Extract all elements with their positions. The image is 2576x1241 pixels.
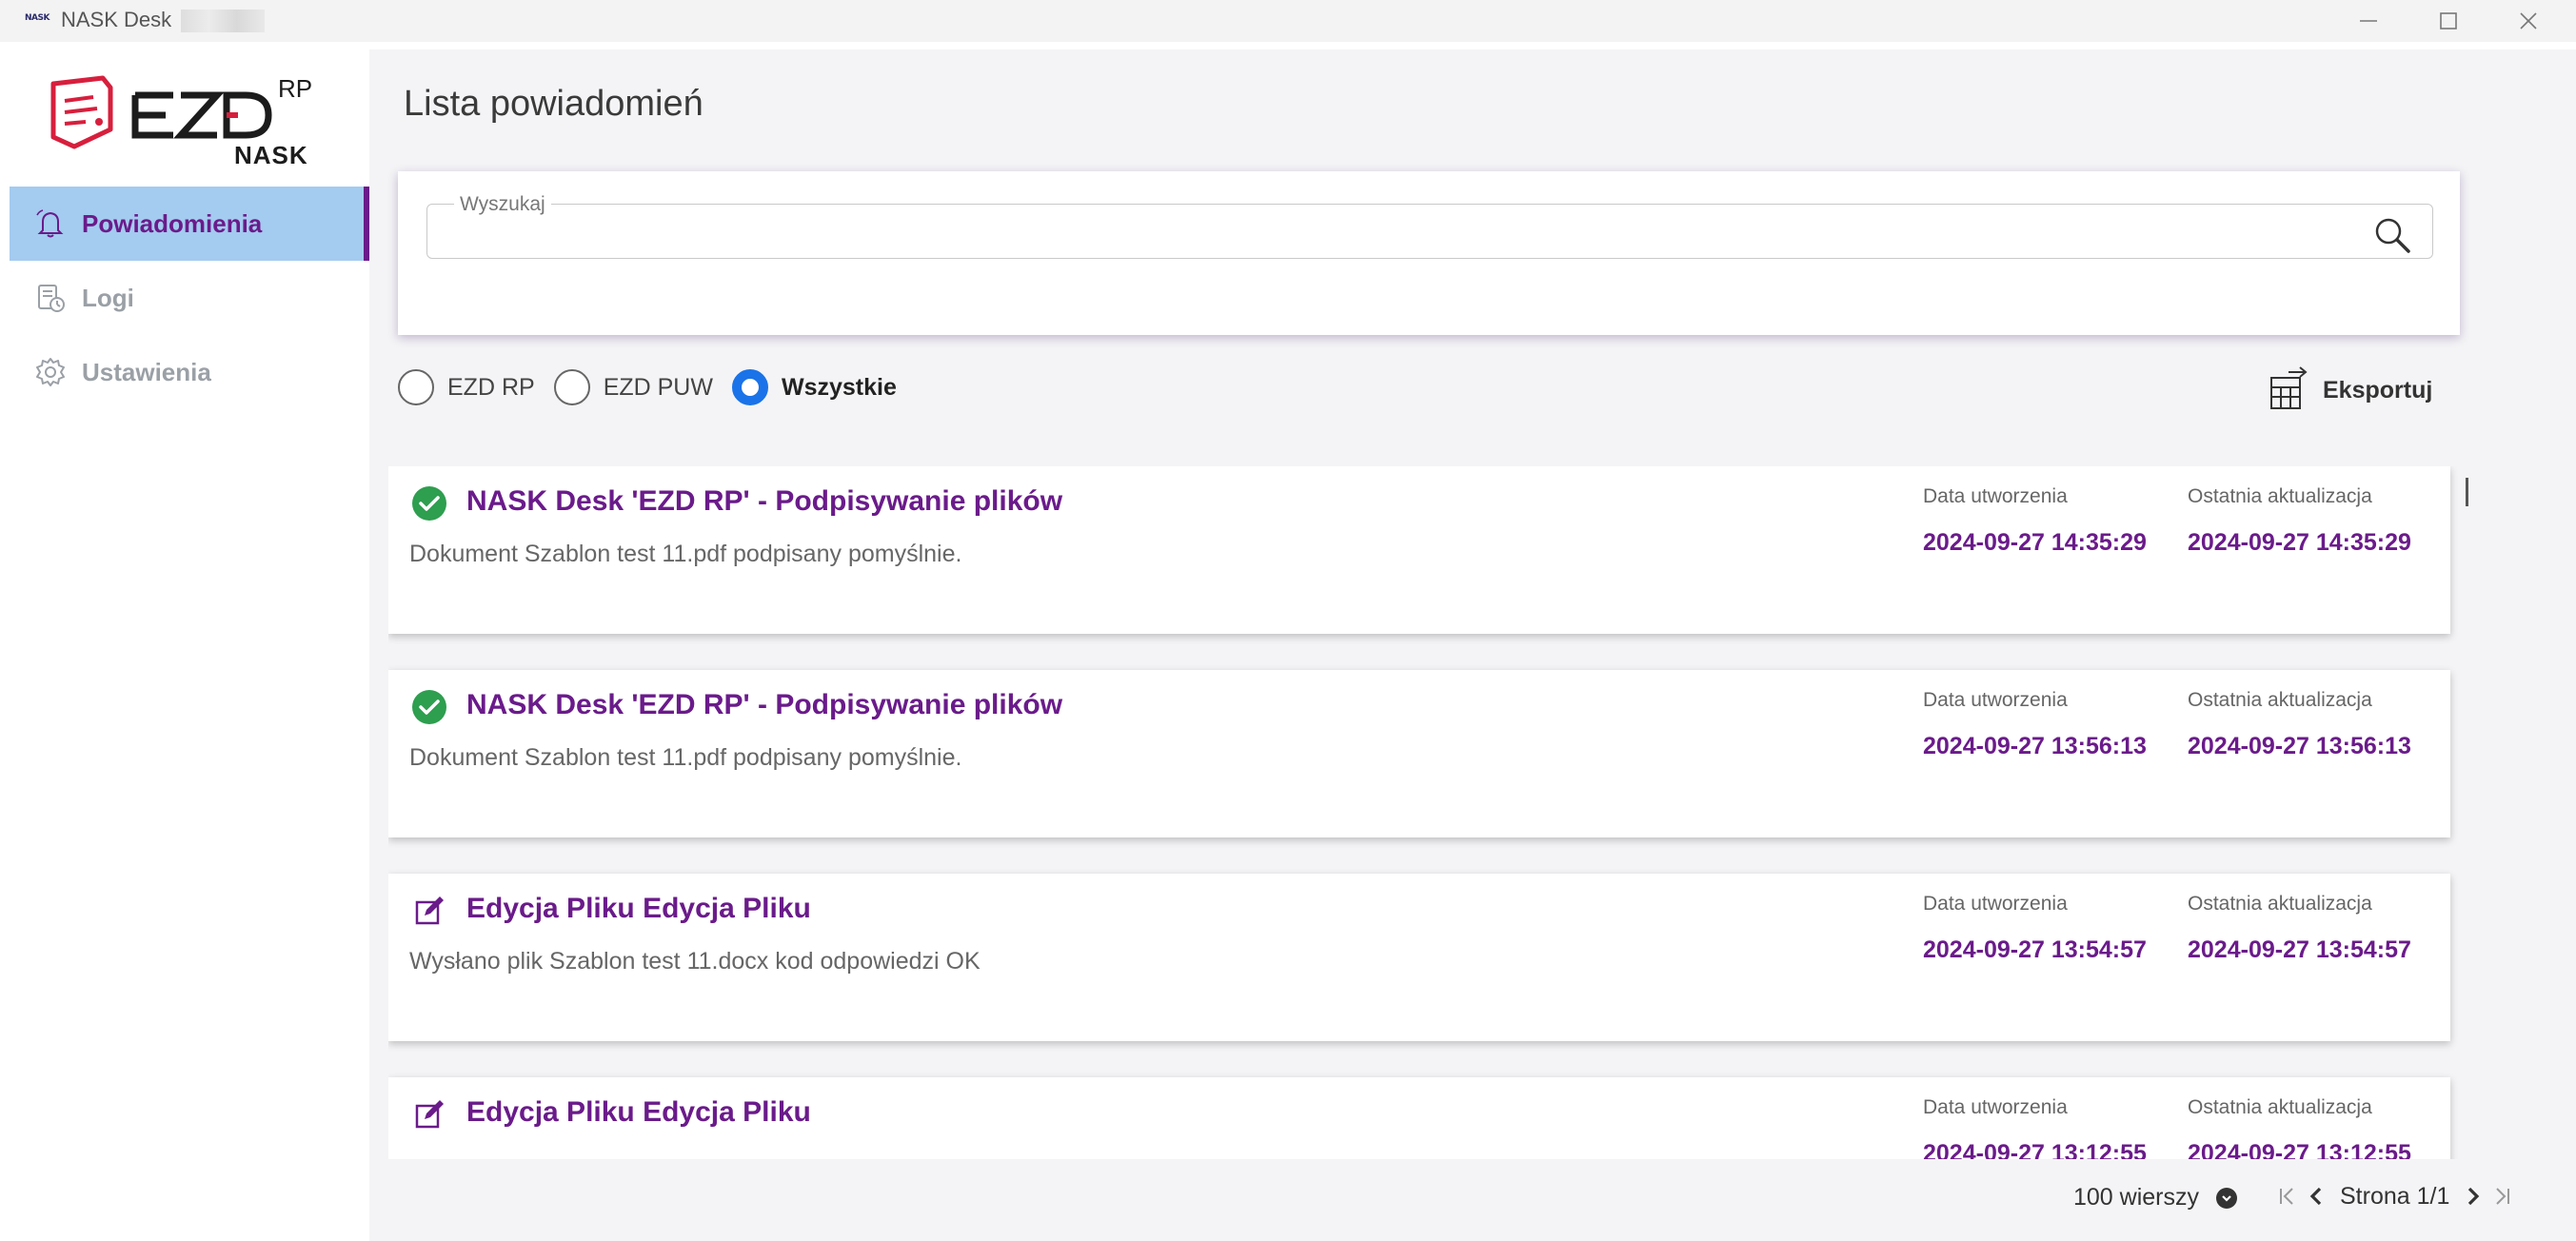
created-label: Data utworzenia — [1923, 689, 2068, 711]
filter-wszystkie[interactable]: Wszystkie — [731, 369, 897, 405]
sidebar-item-powiadomienia[interactable]: Powiadomienia — [10, 187, 369, 261]
notification-description: Wysłano plik Szablon test 11.docx kod od… — [409, 948, 981, 975]
created-value: 2024-09-27 13:54:57 — [1923, 936, 2147, 963]
check-circle-icon — [411, 689, 447, 725]
notification-title: Edycja Pliku Edycja Pliku — [466, 1096, 811, 1128]
window-titlebar: NASK NASK Desk — [0, 0, 2576, 42]
created-value: 2024-09-27 14:35:29 — [1923, 529, 2147, 556]
notification-card[interactable]: NASK Desk 'EZD RP' - Podpisywanie plików… — [388, 670, 2450, 837]
main-content: Lista powiadomień Wyszukaj EZD RP EZD PU… — [369, 49, 2576, 1241]
rows-per-page-select[interactable]: 100 wierszy — [2073, 1184, 2237, 1211]
chevron-down-icon[interactable] — [2216, 1187, 2237, 1209]
notification-title: NASK Desk 'EZD RP' - Podpisywanie plików — [466, 485, 1063, 517]
sidebar-item-label: Logi — [82, 283, 134, 312]
close-button[interactable] — [2488, 0, 2568, 42]
search-input[interactable] — [446, 216, 2312, 248]
search-icon[interactable] — [2371, 214, 2413, 256]
notification-list: NASK Desk 'EZD RP' - Podpisywanie plików… — [388, 466, 2458, 1159]
radio-circle[interactable] — [398, 369, 434, 405]
maximize-button[interactable] — [2408, 0, 2488, 42]
export-button[interactable]: Eksportuj — [2268, 364, 2432, 417]
prev-page-button[interactable] — [2302, 1180, 2330, 1212]
sidebar-item-ustawienia[interactable]: Ustawienia — [10, 335, 369, 409]
logo-subtitle: NASK — [234, 141, 308, 169]
last-page-button[interactable] — [2487, 1180, 2516, 1212]
sidebar: RP NASK Powiadomienia Logi Ustawienia — [10, 49, 369, 1241]
page-indicator: Strona 1/1 — [2340, 1182, 2450, 1210]
sidebar-item-label: Ustawienia — [82, 357, 211, 386]
radio-circle[interactable] — [731, 369, 768, 405]
rows-per-page-label: 100 wierszy — [2073, 1184, 2199, 1211]
search-field[interactable]: Wyszukaj — [426, 193, 2433, 259]
notification-title: NASK Desk 'EZD RP' - Podpisywanie plików — [466, 689, 1063, 720]
updated-label: Ostatnia aktualizacja — [2188, 893, 2372, 915]
app-icon: NASK — [25, 13, 50, 23]
export-spreadsheet-icon — [2268, 366, 2311, 414]
filter-label: EZD RP — [447, 373, 535, 401]
sidebar-item-label: Powiadomienia — [82, 208, 263, 238]
created-label: Data utworzenia — [1923, 485, 2068, 507]
minimize-button[interactable] — [2328, 0, 2408, 42]
first-page-button[interactable] — [2273, 1180, 2302, 1212]
created-value: 2024-09-27 13:56:13 — [1923, 733, 2147, 759]
notification-card[interactable]: Edycja Pliku Edycja Pliku Data utworzeni… — [388, 1077, 2450, 1159]
chevron-right-icon — [2468, 1187, 2480, 1206]
updated-value: 2024-09-27 13:12:55 — [2188, 1140, 2411, 1159]
export-label: Eksportuj — [2323, 376, 2433, 404]
edit-icon — [411, 893, 447, 929]
radio-circle[interactable] — [553, 369, 590, 405]
log-file-icon — [32, 280, 69, 316]
notification-card[interactable]: NASK Desk 'EZD RP' - Podpisywanie plików… — [388, 466, 2450, 634]
notification-description: Dokument Szablon test 11.pdf podpisany p… — [409, 744, 962, 771]
notification-title: Edycja Pliku Edycja Pliku — [466, 893, 811, 924]
created-value: 2024-09-27 13:12:55 — [1923, 1140, 2147, 1159]
search-card: Wyszukaj — [398, 171, 2460, 335]
updated-value: 2024-09-27 13:56:13 — [2188, 733, 2411, 759]
pager: Strona 1/1 — [2273, 1180, 2516, 1212]
page-title: Lista powiadomień — [404, 84, 703, 124]
updated-value: 2024-09-27 13:54:57 — [2188, 936, 2411, 963]
maximize-icon — [2440, 12, 2457, 30]
edit-icon — [411, 1096, 447, 1133]
minimize-icon — [2360, 20, 2377, 22]
sidebar-item-logi[interactable]: Logi — [10, 261, 369, 335]
source-filter-group: EZD RP EZD PUW Wszystkie — [398, 364, 916, 411]
filter-label: Wszystkie — [781, 373, 897, 401]
last-page-icon — [2496, 1188, 2510, 1205]
filter-ezd-puw[interactable]: EZD PUW — [553, 369, 713, 405]
created-label: Data utworzenia — [1923, 893, 2068, 915]
chevron-left-icon — [2309, 1187, 2322, 1206]
first-page-icon — [2280, 1188, 2293, 1205]
updated-value: 2024-09-27 14:35:29 — [2188, 529, 2411, 556]
updated-label: Ostatnia aktualizacja — [2188, 689, 2372, 711]
created-label: Data utworzenia — [1923, 1096, 2068, 1118]
filter-ezd-rp[interactable]: EZD RP — [398, 369, 535, 405]
logo-superscript: RP — [278, 74, 313, 103]
gear-icon — [32, 354, 69, 390]
next-page-button[interactable] — [2459, 1180, 2487, 1212]
search-legend: Wyszukaj — [454, 193, 551, 216]
list-scrollbar[interactable] — [2466, 478, 2468, 506]
notification-card[interactable]: Edycja Pliku Edycja Pliku Wysłano plik S… — [388, 874, 2450, 1041]
pagination-footer: 100 wierszy Strona 1/1 — [369, 1159, 2576, 1241]
updated-label: Ostatnia aktualizacja — [2188, 485, 2372, 507]
close-icon — [2520, 12, 2537, 30]
bell-icon — [32, 206, 69, 242]
blurred-username — [181, 10, 265, 32]
check-circle-icon — [411, 485, 447, 522]
filter-label: EZD PUW — [603, 373, 713, 401]
notification-description: Dokument Szablon test 11.pdf podpisany p… — [409, 541, 962, 567]
updated-label: Ostatnia aktualizacja — [2188, 1096, 2372, 1118]
window-title: NASK Desk — [61, 8, 172, 31]
ezd-rp-logo: RP NASK — [48, 74, 343, 169]
